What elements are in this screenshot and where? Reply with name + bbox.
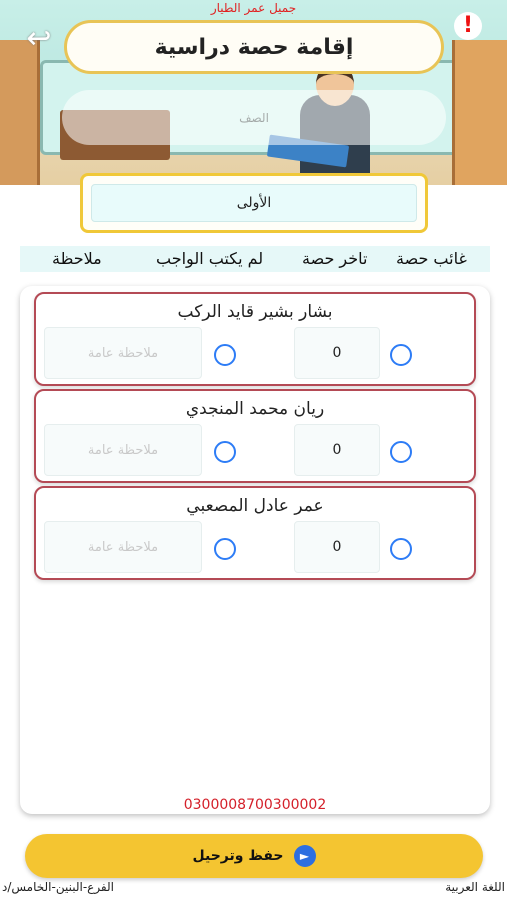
homework-radio[interactable] xyxy=(214,538,236,560)
homework-radio[interactable] xyxy=(214,441,236,463)
absent-radio[interactable] xyxy=(390,538,412,560)
cabinet-right-graphic xyxy=(452,40,507,185)
absent-radio[interactable] xyxy=(390,441,412,463)
class-placeholder: الصف xyxy=(239,110,269,125)
column-late: تاخر حصة xyxy=(302,249,368,268)
note-field[interactable]: ملاحظة عامة xyxy=(44,424,202,476)
subject-label: اللغة العربية xyxy=(445,880,505,894)
student-card: ريان محمد المنجدي ملاحظة عامة 0 xyxy=(34,389,476,483)
note-field[interactable]: ملاحظة عامة xyxy=(44,327,202,379)
absent-radio[interactable] xyxy=(390,344,412,366)
student-name: ريان محمد المنجدي xyxy=(185,399,325,419)
page-title: إقامة حصة دراسية xyxy=(64,20,444,74)
period-selector[interactable]: الأولى xyxy=(80,173,428,233)
late-field[interactable]: 0 xyxy=(294,521,380,573)
period-value[interactable]: الأولى xyxy=(91,184,417,222)
student-card: بشار بشير قايد الركب ملاحظة عامة 0 xyxy=(34,292,476,386)
session-code: 0300008700300002 xyxy=(183,797,327,813)
homework-radio[interactable] xyxy=(214,344,236,366)
late-field[interactable]: 0 xyxy=(294,327,380,379)
student-name: بشار بشير قايد الركب xyxy=(177,302,333,322)
note-field[interactable]: ملاحظة عامة xyxy=(44,521,202,573)
late-field[interactable]: 0 xyxy=(294,424,380,476)
column-header-row: ملاحظة لم يكتب الواجب تاخر حصة غائب حصة xyxy=(20,246,490,272)
student-card: عمر عادل المصعبي ملاحظة عامة 0 xyxy=(34,486,476,580)
back-arrow-icon[interactable]: ↩ xyxy=(22,24,56,58)
branch-label: الفرع-البنين-الخامس/د xyxy=(2,880,114,894)
column-note: ملاحظة xyxy=(52,249,102,268)
column-absent: غائب حصة xyxy=(396,249,467,268)
class-selector[interactable]: الصف xyxy=(62,90,446,145)
student-list: بشار بشير قايد الركب ملاحظة عامة 0 ريان … xyxy=(20,286,490,814)
column-homework: لم يكتب الواجب xyxy=(156,249,264,268)
save-button-label: حفظ وترحيل xyxy=(192,848,284,864)
exclamation-icon[interactable]: ! xyxy=(454,12,482,40)
page-title-text: إقامة حصة دراسية xyxy=(154,34,354,60)
send-icon: ► xyxy=(293,845,316,867)
credit-text: جميل عمر الطيار xyxy=(210,1,297,15)
cabinet-left-graphic xyxy=(0,40,40,185)
student-name: عمر عادل المصعبي xyxy=(186,496,324,516)
save-and-post-button[interactable]: حفظ وترحيل ► xyxy=(25,834,483,878)
